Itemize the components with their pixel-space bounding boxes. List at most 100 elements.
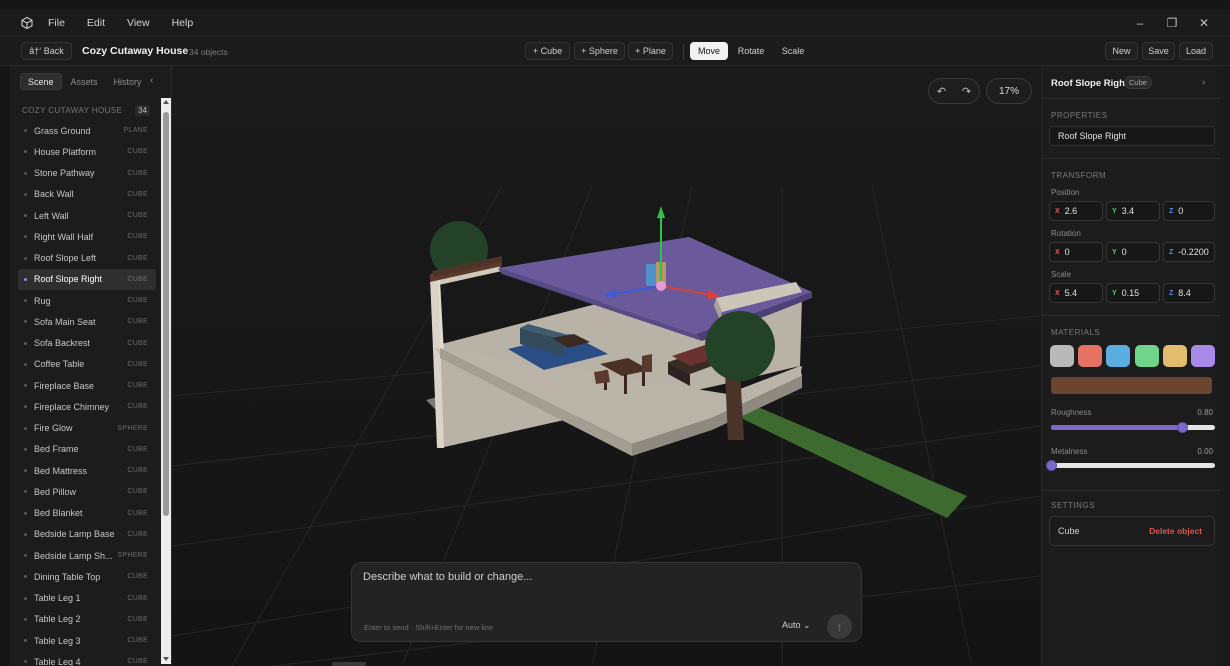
object-dot-icon: [24, 639, 27, 643]
object-list-item[interactable]: Bed Blanket CUBE: [18, 503, 156, 524]
color-swatch[interactable]: [1078, 345, 1103, 367]
object-type: CUBE: [127, 254, 148, 262]
current-color-bar[interactable]: [1051, 377, 1212, 394]
roughness-thumb[interactable]: [1177, 422, 1189, 433]
undo-icon[interactable]: ↶: [937, 85, 946, 98]
object-dot-icon: [24, 596, 27, 600]
back-button[interactable]: â†‘ Back: [21, 42, 72, 60]
object-list-item[interactable]: Back Wall CUBE: [18, 184, 156, 205]
object-dot-icon: [24, 320, 27, 324]
object-name: Roof Slope Right: [34, 274, 103, 285]
object-type: CUBE: [127, 467, 148, 475]
metalness-slider[interactable]: [1046, 460, 1215, 471]
position-x-field[interactable]: X 2.6: [1049, 201, 1103, 221]
mode-select[interactable]: Auto ⌄: [782, 620, 811, 631]
object-type: CUBE: [127, 190, 148, 198]
selected-object-title: Roof Slope Right: [1051, 78, 1129, 89]
inspector-scrollbar[interactable]: [1220, 66, 1230, 666]
position-y-field[interactable]: Y 3.4: [1106, 201, 1160, 221]
close-icon[interactable]: ✕: [1188, 10, 1220, 36]
metalness-thumb[interactable]: [1046, 460, 1057, 471]
object-dot-icon: [24, 490, 27, 494]
menu-edit[interactable]: Edit: [87, 17, 105, 29]
object-list-item[interactable]: House Platform CUBE: [18, 141, 156, 162]
object-type: CUBE: [127, 573, 148, 581]
3d-viewport[interactable]: ↶ ↷ 17% Enter to send · Shift+Enter for …: [172, 66, 1040, 666]
object-name-field[interactable]: Roof Slope Right: [1049, 126, 1215, 146]
scale-x-field[interactable]: X 5.4: [1049, 283, 1103, 303]
tab-assets[interactable]: Assets: [64, 73, 105, 90]
object-list-item[interactable]: Roof Slope Right CUBE: [18, 268, 156, 290]
prompt-input[interactable]: [363, 571, 843, 583]
color-swatch[interactable]: [1134, 345, 1159, 367]
window-controls: – ❐ ✕: [1124, 10, 1220, 36]
tab-history[interactable]: History: [107, 73, 149, 90]
add-plane-button[interactable]: + Plane: [628, 42, 673, 60]
object-list-item[interactable]: Bedside Lamp Base CUBE: [18, 524, 156, 545]
object-list-item[interactable]: Stone Pathway CUBE: [18, 163, 156, 184]
object-list-item[interactable]: Fireplace Chimney CUBE: [18, 396, 156, 417]
add-sphere-button[interactable]: + Sphere: [574, 42, 625, 60]
object-list-item[interactable]: Bedside Lamp Sh... SPHERE: [18, 545, 156, 566]
roughness-slider[interactable]: [1051, 422, 1215, 433]
object-dot-icon: [24, 277, 27, 281]
object-list-item[interactable]: Sofa Backrest CUBE: [18, 333, 156, 354]
object-list-item[interactable]: Roof Slope Left CUBE: [18, 248, 156, 269]
scroll-down-icon[interactable]: [163, 657, 169, 661]
position-z-field[interactable]: Z0: [1163, 201, 1215, 221]
minimize-icon[interactable]: –: [1124, 10, 1156, 36]
object-list-item[interactable]: Bed Frame CUBE: [18, 439, 156, 460]
object-list-item[interactable]: Grass Ground PLANE: [18, 120, 156, 141]
redo-icon[interactable]: ↷: [962, 85, 971, 98]
bottom-handle[interactable]: [332, 662, 366, 666]
delete-object-button[interactable]: Delete object: [1149, 526, 1202, 536]
scale-z-field[interactable]: Z 8.4: [1163, 283, 1215, 303]
scroll-up-icon[interactable]: [163, 100, 169, 104]
rotate-tool-button[interactable]: Rotate: [732, 42, 770, 60]
object-list-item[interactable]: Coffee Table CUBE: [18, 354, 156, 375]
new-button[interactable]: New: [1105, 42, 1138, 60]
menu-view[interactable]: View: [127, 17, 150, 29]
object-list-item[interactable]: Table Leg 1 CUBE: [18, 588, 156, 609]
object-name: Dining Table Top: [34, 571, 101, 582]
object-list-item[interactable]: Rug CUBE: [18, 290, 156, 311]
rotation-x-field[interactable]: X0: [1049, 242, 1103, 262]
load-button[interactable]: Load: [1179, 42, 1213, 60]
scrollbar[interactable]: [161, 98, 171, 664]
object-list-item[interactable]: Table Leg 4 CUBE: [18, 651, 156, 666]
rotation-y-field[interactable]: Y0: [1106, 242, 1160, 262]
object-type: PLANE: [123, 127, 148, 135]
object-dot-icon: [24, 192, 27, 196]
save-button[interactable]: Save: [1142, 42, 1175, 60]
maximize-icon[interactable]: ❐: [1156, 10, 1188, 36]
scale-tool-button[interactable]: Scale: [774, 42, 812, 60]
color-swatch[interactable]: [1050, 345, 1074, 367]
zoom-level[interactable]: 17%: [986, 78, 1032, 104]
object-list-item[interactable]: Bed Mattress CUBE: [18, 460, 156, 481]
chevron-right-icon[interactable]: ›: [1202, 77, 1205, 88]
scrollbar-thumb[interactable]: [163, 112, 169, 516]
scale-y-field[interactable]: Y 0.15: [1106, 283, 1160, 303]
color-swatch[interactable]: [1106, 345, 1131, 367]
menu-help[interactable]: Help: [172, 17, 194, 29]
rotation-z-field[interactable]: Z -0.2200: [1163, 242, 1215, 262]
object-list-item[interactable]: Table Leg 3 CUBE: [18, 630, 156, 651]
tab-scene[interactable]: Scene: [20, 73, 62, 90]
object-name: House Platform: [34, 146, 97, 157]
object-list-item[interactable]: Left Wall CUBE: [18, 205, 156, 226]
send-button[interactable]: ↑: [827, 614, 852, 639]
object-list-item[interactable]: Table Leg 2 CUBE: [18, 609, 156, 630]
collapse-panel-icon[interactable]: ‹: [150, 75, 153, 86]
object-list-item[interactable]: Dining Table Top CUBE: [18, 566, 156, 587]
object-list-item[interactable]: Right Wall Half CUBE: [18, 226, 156, 247]
settings-heading: SETTINGS: [1051, 501, 1096, 510]
object-list-item[interactable]: Fireplace Base CUBE: [18, 375, 156, 396]
object-list-item[interactable]: Bed Pillow CUBE: [18, 481, 156, 502]
object-list-item[interactable]: Fire Glow SPHERE: [18, 418, 156, 439]
menu-file[interactable]: File: [48, 17, 65, 29]
object-list-item[interactable]: Sofa Main Seat CUBE: [18, 311, 156, 332]
color-swatch[interactable]: [1191, 345, 1215, 367]
move-tool-button[interactable]: Move: [690, 42, 728, 60]
add-cube-button[interactable]: + Cube: [525, 42, 570, 60]
color-swatch[interactable]: [1162, 345, 1187, 367]
